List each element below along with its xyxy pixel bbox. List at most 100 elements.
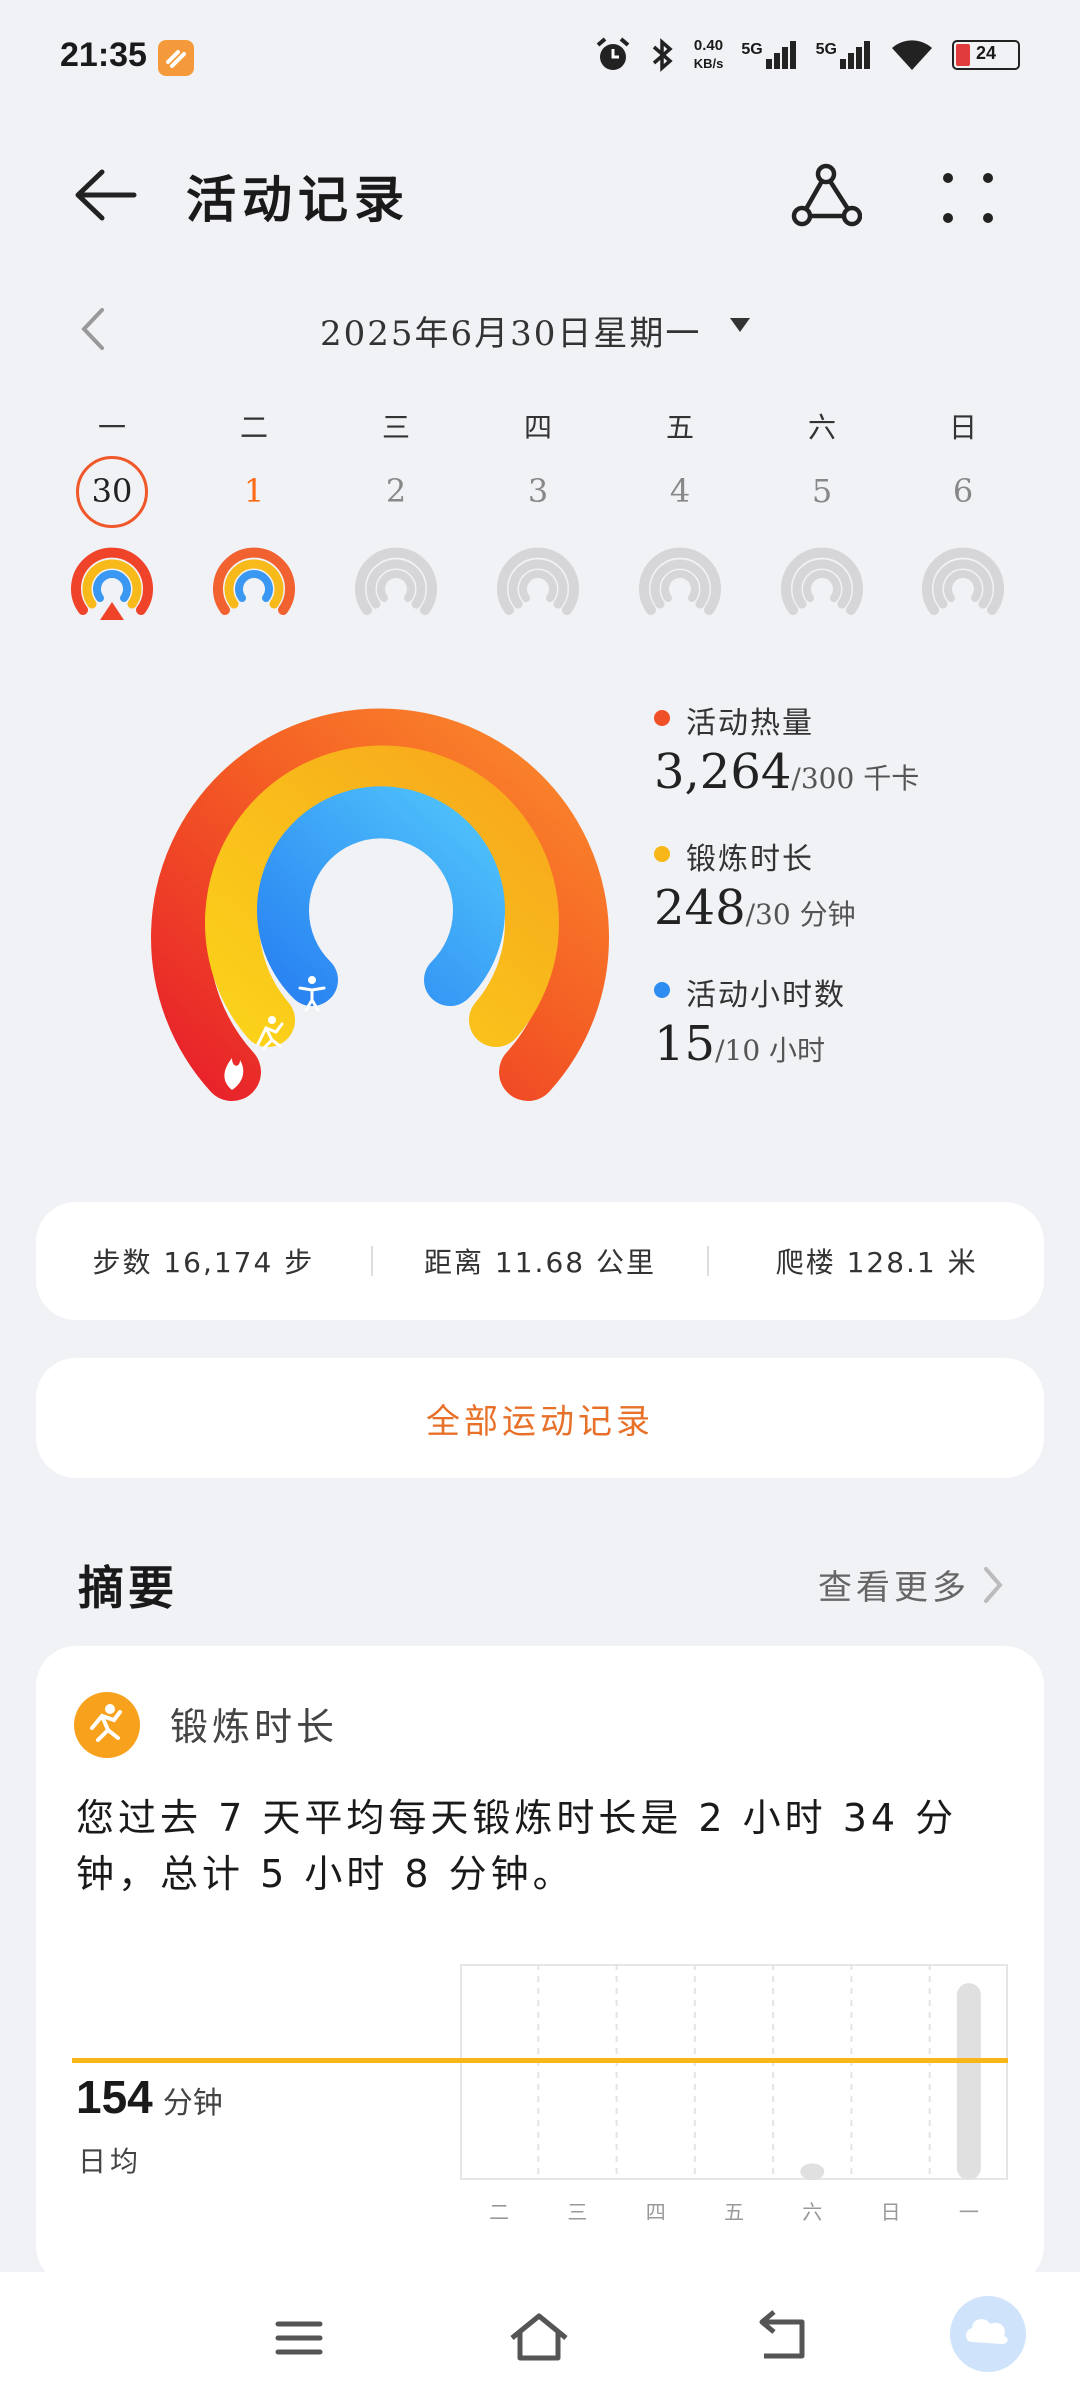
chart-x-tick: 三 — [567, 2200, 588, 2224]
exercise-value: 248 — [654, 880, 746, 936]
assistant-bubble-icon[interactable] — [950, 2296, 1026, 2372]
average-label: 日均 — [78, 2145, 143, 2178]
route-share-button[interactable] — [790, 160, 863, 232]
alarm-icon — [596, 37, 629, 70]
exercise-icon — [74, 1692, 140, 1758]
hours-dot — [654, 982, 670, 998]
day-number[interactable]: 1 — [204, 472, 304, 510]
weekday-label: 一 — [97, 411, 126, 444]
day-activity-ring-icon[interactable] — [351, 536, 441, 626]
signal-bars-icon — [840, 41, 872, 69]
steps-stat: 步数 16,174 步 — [92, 1246, 315, 1279]
chart-x-tick: 二 — [489, 2200, 510, 2224]
status-bar: 21:35 0.40 KB/s 5G 5G 24 — [0, 0, 1080, 110]
speed-unit: KB/s — [693, 56, 724, 71]
hours-label: 活动小时数 — [686, 978, 846, 1013]
signal-bars-icon — [765, 41, 798, 69]
arrow-left-icon — [75, 169, 137, 221]
chevron-right-icon — [984, 1566, 1003, 1603]
average-unit: 分钟 — [162, 2087, 223, 2120]
calories-value: 3,264 — [654, 744, 792, 800]
day-activity-ring-icon[interactable] — [493, 536, 583, 626]
back-button[interactable] — [70, 160, 140, 230]
speed-value: 0.40 — [693, 37, 724, 54]
average-value: 154 分钟 — [76, 2070, 223, 2124]
weekday-label: 二 — [239, 411, 268, 444]
hours-value: 15 — [654, 1016, 716, 1072]
calories-dot — [654, 710, 670, 726]
return-icon — [759, 2310, 805, 2359]
day-activity-ring-icon[interactable] — [777, 536, 867, 626]
sim1-label: 5G — [741, 41, 763, 58]
day-activity-ring-icon[interactable] — [67, 536, 157, 626]
day-number[interactable]: 5 — [772, 472, 872, 510]
weekday-label: 四 — [523, 411, 552, 444]
home-nav-button[interactable] — [504, 2308, 574, 2368]
weekday-label: 六 — [807, 411, 836, 444]
caret-down-icon[interactable] — [730, 318, 750, 332]
day-number[interactable]: 3 — [488, 472, 588, 510]
exercise-card-title: 锻炼时长 — [170, 1705, 339, 1749]
average-line — [72, 2058, 1008, 2063]
calories-label: 活动热量 — [686, 706, 814, 741]
chart-bar — [800, 2163, 825, 2180]
route-icon — [791, 163, 863, 227]
day-number[interactable]: 4 — [630, 472, 730, 510]
battery-icon: 24 — [952, 40, 1020, 70]
chart-x-tick: 六 — [802, 2200, 823, 2224]
exercise-value-line: 248/30 分钟 — [654, 880, 856, 936]
selected-day-indicator — [76, 456, 148, 528]
calories-goal: /300 千卡 — [791, 762, 920, 795]
hours-value-line: 15/10 小时 — [654, 1016, 825, 1072]
chart-bar — [956, 1983, 981, 2180]
wifi-icon — [892, 40, 932, 70]
day-activity-ring-icon[interactable] — [209, 536, 299, 626]
more-options-button[interactable] — [938, 168, 998, 228]
home-icon — [510, 2313, 568, 2361]
active-hours-ring — [257, 786, 505, 1006]
all-records-button[interactable]: 全部运动记录 — [36, 1358, 1044, 1478]
exercise-description: 您过去 7 天平均每天锻炼时长是 2 小时 34 分钟，总计 5 小时 8 分钟… — [76, 1796, 958, 1896]
bluetooth-icon — [652, 38, 673, 72]
chart-x-tick: 四 — [645, 2200, 666, 2224]
day-activity-ring-icon[interactable] — [635, 536, 725, 626]
signal-sim2: 5G — [816, 41, 872, 69]
dots-grid-icon — [943, 173, 993, 223]
exercise-dot — [654, 846, 670, 862]
chart-frame — [460, 1964, 1008, 2180]
sim2-label: 5G — [815, 41, 837, 58]
hours-goal: /10 小时 — [715, 1034, 826, 1067]
network-speed: 0.40 KB/s — [694, 37, 724, 73]
day-number[interactable]: 2 — [346, 472, 446, 510]
summary-title: 摘要 — [78, 1561, 178, 1615]
chart-x-tick: 五 — [724, 2200, 744, 2224]
chart-x-tick: 日 — [880, 2200, 901, 2224]
average-number: 154 — [76, 2071, 153, 2123]
previous-date-button[interactable] — [74, 304, 114, 354]
weekday-label: 日 — [948, 411, 977, 444]
signal-sim1: 5G — [741, 41, 797, 69]
activity-rings — [140, 690, 620, 1120]
see-more-label: 查看更多 — [818, 1568, 970, 1608]
weekday-label: 三 — [381, 411, 410, 444]
page-title: 活动记录 — [186, 171, 410, 229]
daily-stats-card: 步数 16,174 步 距离 11.68 公里 爬楼 128.1 米 — [36, 1202, 1044, 1320]
day-activity-ring-icon[interactable] — [918, 536, 1008, 626]
chart-x-tick: 一 — [958, 2200, 979, 2224]
exercise-bar-chart — [460, 1964, 1008, 2180]
status-time: 21:35 — [60, 36, 147, 74]
menu-nav-button[interactable] — [264, 2308, 334, 2368]
calories-value-line: 3,264/300 千卡 — [654, 744, 919, 800]
app-notification-icon — [158, 40, 194, 76]
distance-stat: 距离 11.68 公里 — [424, 1246, 656, 1279]
floors-stat: 爬楼 128.1 米 — [775, 1246, 978, 1279]
weekday-label: 五 — [665, 411, 694, 444]
day-number[interactable]: 6 — [913, 472, 1013, 510]
exercise-label: 锻炼时长 — [686, 842, 814, 877]
battery-level: 24 — [975, 43, 997, 63]
date-selector[interactable]: 2025年6月30日星期一 — [320, 306, 701, 355]
see-more-link[interactable]: 查看更多 — [818, 1560, 1004, 1609]
back-nav-button[interactable] — [746, 2308, 816, 2368]
chevron-left-icon — [81, 308, 104, 350]
status-icons: 0.40 KB/s 5G 5G 24 — [594, 36, 1020, 74]
